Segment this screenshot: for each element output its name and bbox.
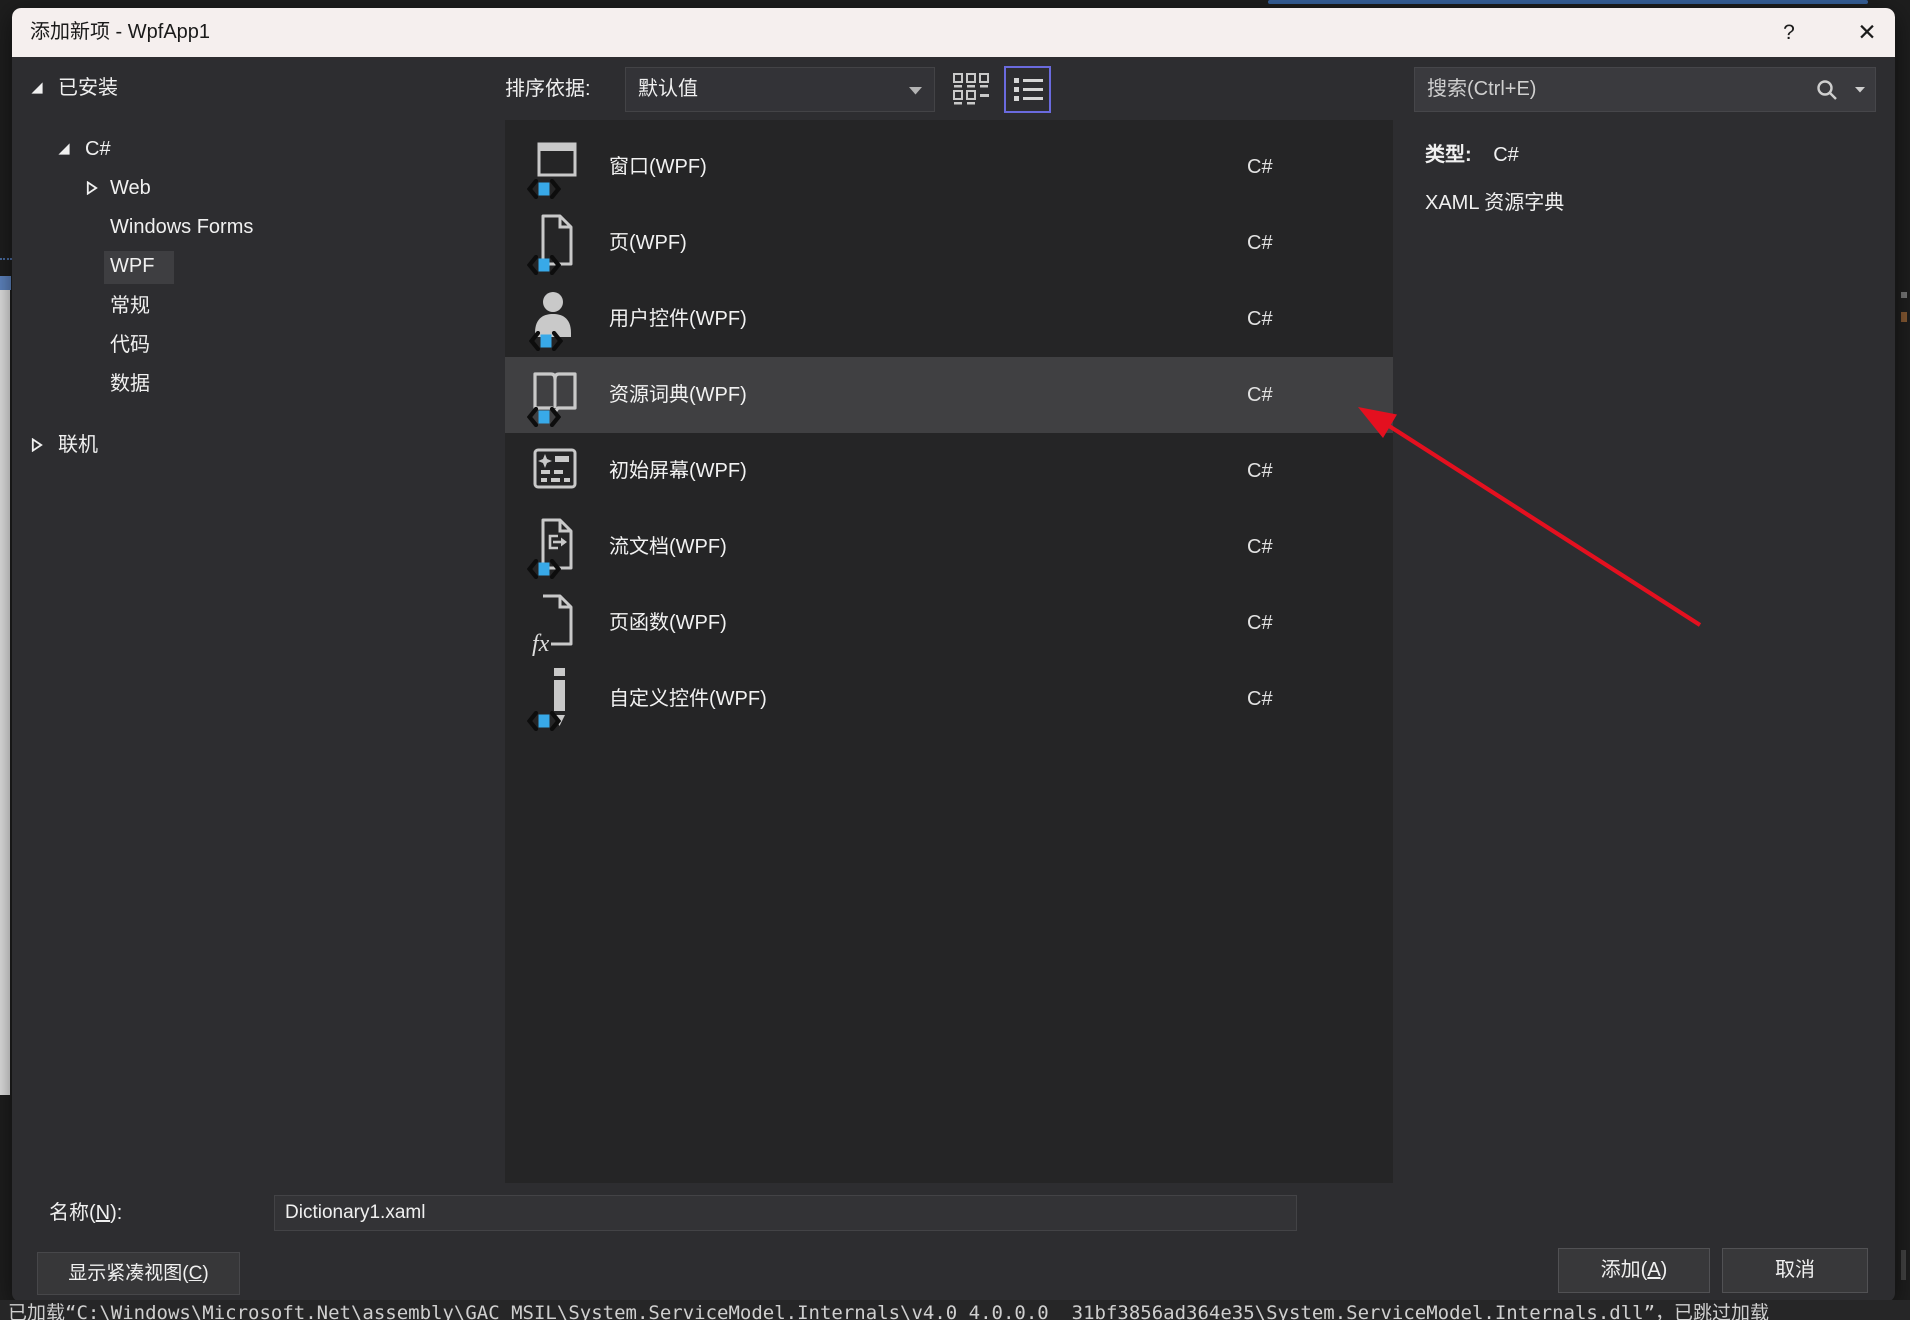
sort-by-label: 排序依据: [505,67,591,112]
background-right-speck [1901,312,1907,322]
add-button[interactable]: 添加(A) [1558,1248,1710,1293]
magnifier-icon[interactable] [1815,78,1839,102]
list-item[interactable]: 初始屏幕(WPF) C# [505,433,1393,509]
background-left-scrollbar [0,290,10,1095]
list-item[interactable]: 自定义控件(WPF) C# [505,661,1393,737]
collapsed-triangle-icon[interactable] [30,438,44,452]
background-right-speck [1901,292,1907,298]
splash-screen-wpf-icon [527,438,583,504]
list-item-label: 流文档(WPF) [609,509,727,585]
list-item-language: C# [1247,281,1273,357]
add-new-item-dialog: 添加新项 - WpfApp1 ? ✕ 排序依据: 默认值 [12,8,1895,1302]
sidebar-item-wpf[interactable]: WPF [110,250,154,282]
sidebar-item-code[interactable]: 代码 [110,329,150,361]
list-item[interactable]: 窗口(WPF) C# [505,129,1393,205]
page-function-wpf-icon: fx [527,590,583,656]
list-item-language: C# [1247,205,1273,281]
list-item-language: C# [1247,661,1273,737]
sidebar-item-label: Windows Forms [110,216,253,238]
cancel-button[interactable]: 取消 [1722,1248,1868,1293]
resource-dictionary-wpf-icon [527,362,583,428]
sidebar-item-general[interactable]: 常规 [110,290,150,322]
item-type-value: C# [1493,144,1519,166]
chevron-down-icon [909,87,922,95]
list-item-label: 页函数(WPF) [609,585,727,661]
sort-by-dropdown[interactable]: 默认值 [625,67,935,112]
background-editor-sliver [1268,0,1868,4]
collapsed-triangle-icon[interactable] [85,181,99,195]
search-placeholder: 搜索(Ctrl+E) [1427,68,1536,111]
close-icon[interactable]: ✕ [1843,8,1891,57]
list-item[interactable]: fx 页函数(WPF) C# [505,585,1393,661]
sidebar-item-label: 已安装 [58,72,118,104]
list-item-label: 初始屏幕(WPF) [609,433,747,509]
list-item-selected[interactable]: 资源词典(WPF) C# [505,357,1393,433]
search-chevron-down-icon[interactable] [1855,87,1865,93]
sidebar-item-label: WPF [110,255,154,277]
sidebar-item-label: 代码 [110,334,150,356]
sidebar-item-label: Web [110,172,151,204]
grid-view-button[interactable] [950,69,992,111]
help-icon[interactable]: ? [1767,8,1811,57]
page-wpf-icon [527,210,583,276]
sidebar-item-data[interactable]: 数据 [110,368,150,400]
sidebar-item-label: 数据 [110,373,150,395]
sidebar-item-label: 常规 [110,295,150,317]
list-item-language: C# [1247,129,1273,205]
background-left-dotted [0,258,12,260]
sidebar-item-label: C# [85,133,111,165]
flow-document-wpf-icon [527,514,583,580]
search-input[interactable]: 搜索(Ctrl+E) [1414,67,1876,112]
dialog-titlebar[interactable]: 添加新项 - WpfApp1 ? ✕ [12,8,1895,57]
item-type-row: 类型: C# [1425,138,1519,172]
item-description: XAML 资源字典 [1425,186,1564,220]
list-item[interactable]: 用户控件(WPF) C# [505,281,1393,357]
list-item-label: 用户控件(WPF) [609,281,747,357]
list-view-icon [1006,68,1049,111]
list-item[interactable]: 流文档(WPF) C# [505,509,1393,585]
list-item-language: C# [1247,585,1273,661]
list-item-label: 自定义控件(WPF) [609,661,767,737]
background-status-text: 已加载“C:\Windows\Microsoft.Net\assembly\GA… [8,1300,1769,1320]
list-item-label: 页(WPF) [609,205,687,281]
list-view-button[interactable] [1004,66,1051,113]
background-right-speck [1901,1250,1906,1280]
list-item-language: C# [1247,433,1273,509]
name-label: 名称(N): [49,1196,122,1231]
screen: 添加新项 - WpfApp1 ? ✕ 排序依据: 默认值 [0,0,1910,1320]
show-compact-view-button[interactable]: 显示紧凑视图(C) [37,1252,240,1295]
list-item-language: C# [1247,509,1273,585]
sidebar-item-windows-forms[interactable]: Windows Forms [110,211,253,243]
template-list: 窗口(WPF) C# 页(WPF) C# 用户控件(WPF) [505,120,1393,1183]
sort-by-value: 默认值 [638,68,698,111]
expanded-triangle-icon[interactable] [30,81,44,95]
svg-text:fx: fx [532,631,550,656]
name-input[interactable]: Dictionary1.xaml [274,1195,1297,1231]
list-item-language: C# [1247,357,1273,433]
window-wpf-icon [527,134,583,200]
dialog-title: 添加新项 - WpfApp1 [30,8,210,57]
background-left-blue-bar [0,276,11,290]
item-type-label: 类型: [1425,144,1472,166]
expanded-triangle-icon[interactable] [57,142,71,156]
name-input-value: Dictionary1.xaml [285,1196,425,1230]
custom-control-wpf-icon [527,666,583,732]
list-item-label: 窗口(WPF) [609,129,707,205]
background-status-strip: 已加载“C:\Windows\Microsoft.Net\assembly\GA… [0,1300,1910,1320]
user-control-wpf-icon [527,286,583,352]
sidebar-item-label: 联机 [58,429,98,461]
grid-view-icon [950,69,992,111]
list-item-label: 资源词典(WPF) [609,357,747,433]
list-item[interactable]: 页(WPF) C# [505,205,1393,281]
